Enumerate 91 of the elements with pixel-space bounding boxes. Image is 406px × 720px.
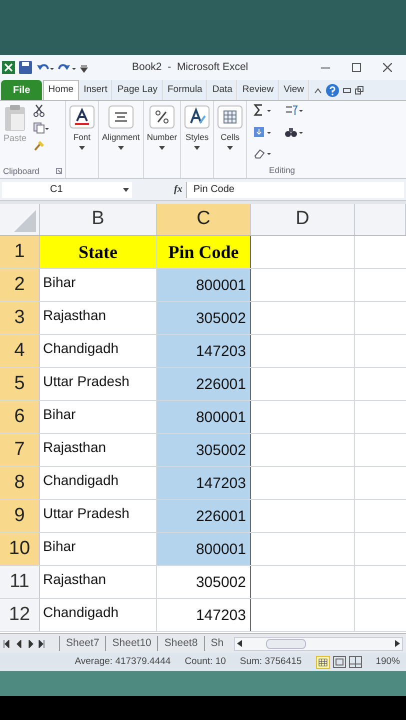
ribbon-tab[interactable]: Page Lay	[113, 80, 162, 100]
scroll-left-icon[interactable]	[236, 640, 242, 647]
table-cell: 305002	[157, 434, 251, 466]
normal-view-icon[interactable]	[316, 656, 330, 668]
ribbon-tab[interactable]: Data	[208, 80, 238, 100]
collapse-ribbon-icon[interactable]	[314, 88, 322, 94]
table-cell: Chandigadh	[40, 599, 157, 631]
row-header[interactable]: 12	[0, 599, 40, 631]
status-count: Count: 10	[184, 654, 226, 669]
eraser-icon[interactable]	[253, 147, 274, 160]
page-layout-icon[interactable]	[332, 656, 346, 668]
dropdown-icon	[79, 146, 85, 150]
binoculars-icon[interactable]	[284, 126, 304, 138]
sheet-tab[interactable]: Sheet7	[59, 636, 106, 652]
sheet-navigation-icon[interactable]	[3, 640, 45, 648]
sheet-tab[interactable]: Sheet10	[105, 636, 158, 652]
group-label: Clipboard	[3, 164, 40, 178]
row-header[interactable]: 7	[0, 434, 40, 466]
dropdown-icon	[158, 146, 165, 150]
sheet-tab[interactable]: Sh	[204, 636, 230, 652]
horizontal-scrollbar[interactable]	[234, 636, 403, 650]
percent-icon	[148, 105, 175, 129]
dropdown-icon	[194, 146, 200, 150]
scroll-right-icon[interactable]	[395, 640, 400, 647]
save-icon[interactable]	[19, 61, 32, 74]
row-header[interactable]: 11	[0, 566, 40, 598]
ribbon-tab[interactable]: Review	[238, 80, 279, 100]
ribbon-button-label[interactable]: Alignment	[102, 131, 140, 144]
status-sum: Sum: 3756415	[240, 654, 302, 669]
table-cell: 226001	[157, 500, 251, 532]
ribbon-tab[interactable]: Formula	[164, 80, 208, 100]
formula-input[interactable]: Pin Code	[186, 182, 404, 198]
ribbon-tab[interactable]: Insert	[80, 80, 112, 100]
dropdown-icon	[123, 188, 129, 192]
ribbon-tab[interactable]: View	[280, 80, 309, 100]
ribbon-button-label[interactable]: Number	[146, 131, 178, 144]
page-break-icon[interactable]	[348, 656, 362, 668]
row-header[interactable]: 8	[0, 467, 40, 499]
table-cell: Pin Code	[157, 236, 251, 268]
row-header[interactable]: 2	[0, 269, 40, 301]
table-cell: 147203	[157, 335, 251, 367]
cut-icon[interactable]	[33, 104, 45, 117]
help-icon[interactable]	[326, 84, 339, 97]
cells-icon	[217, 105, 244, 129]
ribbon-tab[interactable]: Home	[43, 80, 79, 100]
align-center-icon	[108, 105, 134, 129]
copy-icon[interactable]	[33, 122, 49, 134]
table-cell: 800001	[157, 533, 251, 565]
insert-function-icon[interactable]: fx	[174, 182, 182, 197]
row-header[interactable]: 4	[0, 335, 40, 367]
sheet-tab[interactable]: Sheet8	[157, 636, 204, 652]
styles-icon	[184, 105, 210, 129]
font-color-icon	[69, 105, 95, 129]
table-cell: 147203	[157, 599, 251, 631]
window-title: Book2 - Microsoft Excel	[132, 60, 248, 75]
dialog-launcher-icon[interactable]	[56, 168, 62, 174]
row-header[interactable]: 5	[0, 368, 40, 400]
table-cell: Rajasthan	[40, 566, 157, 598]
group-label: Editing	[268, 164, 296, 177]
ribbon-button-label[interactable]: Cells	[220, 131, 240, 144]
table-cell: 147203	[157, 467, 251, 499]
close-icon[interactable]	[383, 63, 392, 72]
table-cell: 226001	[157, 368, 251, 400]
column-header[interactable]: D	[251, 204, 355, 235]
row-header[interactable]: 6	[0, 401, 40, 433]
status-average: Average: 417379.4444	[74, 654, 171, 669]
row-header[interactable]: 10	[0, 533, 40, 565]
table-cell: 800001	[157, 401, 251, 433]
dropdown-icon	[118, 146, 124, 150]
minimize-icon[interactable]	[343, 88, 351, 93]
autosum-icon[interactable]	[253, 104, 274, 116]
table-cell: 305002	[157, 302, 251, 334]
sort-filter-icon[interactable]	[284, 104, 304, 116]
row-header[interactable]: 9	[0, 500, 40, 532]
fill-icon[interactable]	[253, 126, 274, 138]
format-painter-icon[interactable]	[33, 139, 46, 152]
table-cell: 800001	[157, 269, 251, 301]
table-cell: State	[40, 236, 157, 268]
row-header[interactable]: 3	[0, 302, 40, 334]
zoom-level[interactable]: 190%	[376, 654, 400, 670]
column-header[interactable]: C	[157, 204, 251, 235]
row-header[interactable]: 1	[0, 236, 40, 268]
ribbon-button-label[interactable]: Font	[73, 131, 90, 144]
ribbon-button-label[interactable]: Styles	[185, 131, 209, 144]
customize-toolbar-icon[interactable]	[80, 62, 88, 72]
name-box[interactable]: C1	[2, 182, 132, 198]
restore-icon[interactable]	[355, 86, 364, 95]
file-tab[interactable]: File	[1, 80, 42, 100]
table-cell: 305002	[157, 566, 251, 598]
dropdown-icon	[227, 146, 234, 150]
maximize-icon[interactable]	[352, 63, 361, 72]
